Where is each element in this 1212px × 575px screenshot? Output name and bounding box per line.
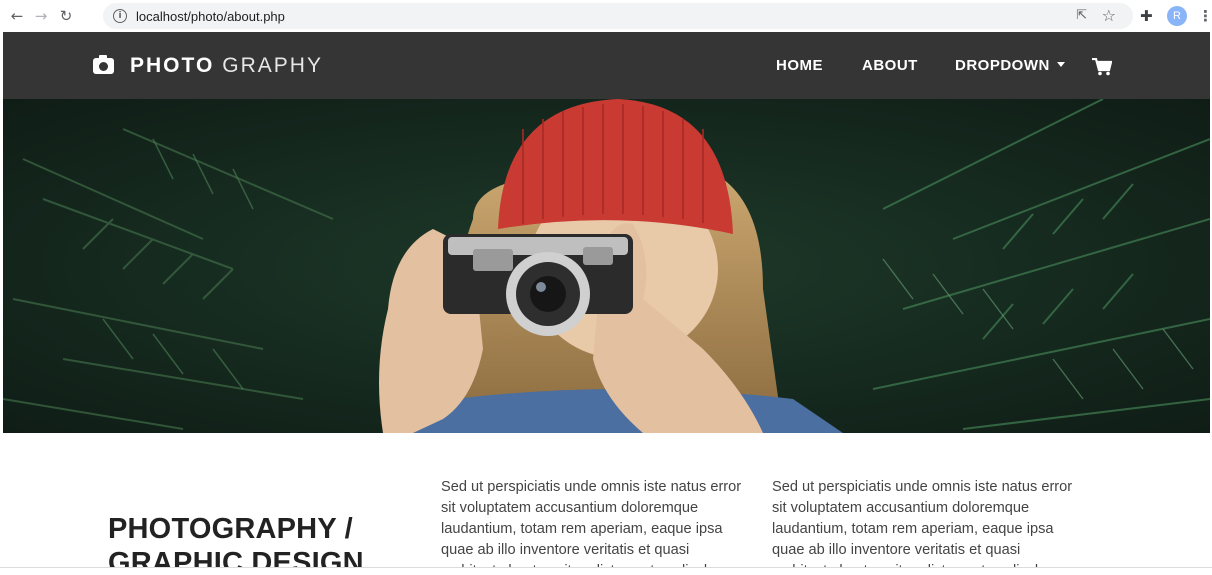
browser-toolbar: ← → ↻ i localhost/photo/about.php ⇱ ☆ ✚ … — [0, 0, 1212, 32]
nav-dropdown-label: DROPDOWN — [955, 57, 1050, 74]
extensions-puzzle-icon[interactable]: ✚ — [1140, 7, 1153, 25]
share-icon[interactable]: ⇱ — [1076, 8, 1087, 23]
nav-dropdown-toggle[interactable]: DROPDOWN — [955, 57, 1065, 74]
bookmark-star-icon[interactable]: ☆ — [1102, 6, 1116, 25]
address-url[interactable]: localhost/photo/about.php — [136, 9, 285, 24]
profile-avatar[interactable]: R — [1167, 6, 1187, 26]
address-bar[interactable]: i localhost/photo/about.php ⇱ ☆ — [103, 3, 1133, 29]
nav-home-link[interactable]: HOME — [776, 57, 823, 74]
nav-about-link[interactable]: ABOUT — [862, 57, 918, 74]
viewport-bottom-edge — [0, 567, 1212, 575]
about-paragraph-1: Sed ut perspiciatis unde omnis iste natu… — [441, 479, 742, 575]
caret-down-icon — [1056, 61, 1065, 67]
brand-logo[interactable]: PHOTO GRAPHY — [93, 54, 323, 78]
forward-arrow-icon[interactable]: → — [30, 5, 52, 27]
camera-icon — [93, 55, 114, 74]
browser-menu-icon[interactable]: ⋮ — [1198, 7, 1212, 25]
shopping-cart-icon[interactable] — [1092, 58, 1112, 76]
site-navbar: PHOTO GRAPHY HOME ABOUT DROPDOWN — [3, 32, 1210, 99]
about-paragraph-2: Sed ut perspiciatis unde omnis iste natu… — [772, 479, 1073, 575]
site-info-icon[interactable]: i — [113, 9, 127, 23]
hero-image — [3, 99, 1210, 433]
brand-text-thin: GRAPHY — [222, 54, 323, 77]
page-heading: PHOTOGRAPHY / GRAPHIC DESIGN — [108, 512, 364, 575]
reload-icon[interactable]: ↻ — [55, 5, 77, 27]
back-arrow-icon[interactable]: ← — [6, 5, 28, 27]
heading-line-1: PHOTOGRAPHY / — [108, 513, 353, 545]
brand-text-bold: PHOTO — [130, 54, 215, 77]
hero-photo — [3, 99, 1210, 433]
